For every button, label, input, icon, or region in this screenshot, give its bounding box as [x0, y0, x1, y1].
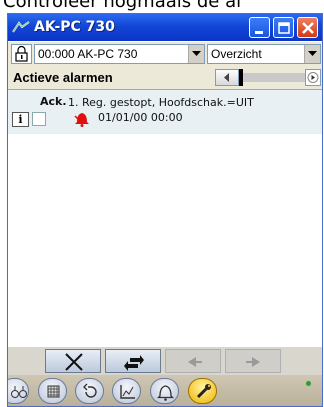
info-button[interactable]: i [12, 112, 29, 127]
maximize-button[interactable] [273, 17, 294, 38]
undo-icon [83, 383, 97, 398]
view-select[interactable]: Overzicht [207, 44, 321, 64]
nav-alarm[interactable] [150, 378, 179, 404]
arrow-right-icon [246, 357, 260, 367]
nav-binoculars[interactable] [8, 378, 29, 404]
window-title: AK-PC 730 [34, 19, 115, 35]
refresh-icon [124, 355, 144, 371]
minimize-icon [255, 31, 263, 34]
alarm-description: 1. Reg. gestopt, Hoofdschak.=UIT [68, 96, 254, 109]
bell-outline-icon [156, 385, 175, 401]
device-select[interactable]: 00:000 AK-PC 730 [34, 44, 205, 64]
nav-grid[interactable] [38, 378, 67, 404]
bell-icon [74, 113, 89, 127]
scroll-left-icon [224, 73, 229, 82]
scroll-right-icon [307, 72, 319, 83]
nav-trend[interactable] [112, 378, 141, 404]
x-icon [65, 353, 83, 371]
title-bar[interactable]: AK-PC 730 [8, 14, 322, 41]
view-select-value: Overzicht [211, 47, 262, 61]
horizontal-scroller[interactable] [215, 69, 321, 86]
page: Controleer nogmaals de al AK-PC 730 00:0… [0, 0, 324, 407]
chevron-down-icon [308, 51, 317, 56]
binoculars-icon [11, 386, 27, 398]
grid-icon [47, 385, 60, 398]
alarms-header: Actieve alarmen [8, 66, 322, 90]
minimize-button[interactable] [249, 17, 270, 38]
close-icon [302, 22, 314, 34]
lock-icon [15, 45, 28, 62]
scroll-track[interactable] [239, 73, 305, 82]
nav-service[interactable] [188, 378, 217, 404]
caption-strip: Controleer nogmaals de al [0, 0, 324, 13]
next-button[interactable] [225, 349, 281, 373]
wrench-icon [196, 384, 211, 399]
chart-icon [120, 385, 135, 399]
view-select-arrow[interactable] [304, 45, 320, 63]
chevron-down-icon [192, 51, 201, 56]
app-icon [12, 21, 30, 33]
alarms-heading: Actieve alarmen [13, 70, 113, 85]
lock-button[interactable] [11, 44, 32, 64]
selector-toolbar: 00:000 AK-PC 730 Overzicht [8, 42, 322, 66]
caption-text: Controleer nogmaals de al [3, 0, 242, 12]
maximize-icon [278, 22, 290, 34]
device-select-arrow[interactable] [188, 45, 204, 63]
scroll-left-button[interactable] [215, 69, 239, 86]
refresh-button[interactable] [105, 349, 161, 373]
arrow-left-icon [188, 357, 202, 367]
acknowledge-checkbox[interactable] [32, 112, 46, 126]
previous-button[interactable] [165, 349, 221, 373]
app-window: AK-PC 730 00:000 AK-PC 730 Overzicht Act… [7, 13, 323, 407]
ack-label: Ack. [40, 95, 67, 108]
list-item[interactable]: Ack. 1. Reg. gestopt, Hoofdschak.=UIT i … [8, 90, 322, 134]
action-toolbar [8, 347, 322, 375]
device-select-value: 00:000 AK-PC 730 [38, 47, 138, 61]
scroll-thumb[interactable] [239, 69, 243, 86]
alarm-list: Ack. 1. Reg. gestopt, Hoofdschak.=UIT i … [8, 90, 322, 347]
clear-button[interactable] [45, 349, 101, 373]
alarm-timestamp: 01/01/00 00:00 [98, 111, 183, 124]
scroll-right-button[interactable] [305, 69, 321, 86]
nav-undo[interactable] [75, 378, 104, 404]
status-indicator [306, 381, 311, 386]
nav-bar [8, 375, 322, 406]
close-button[interactable] [297, 17, 318, 38]
